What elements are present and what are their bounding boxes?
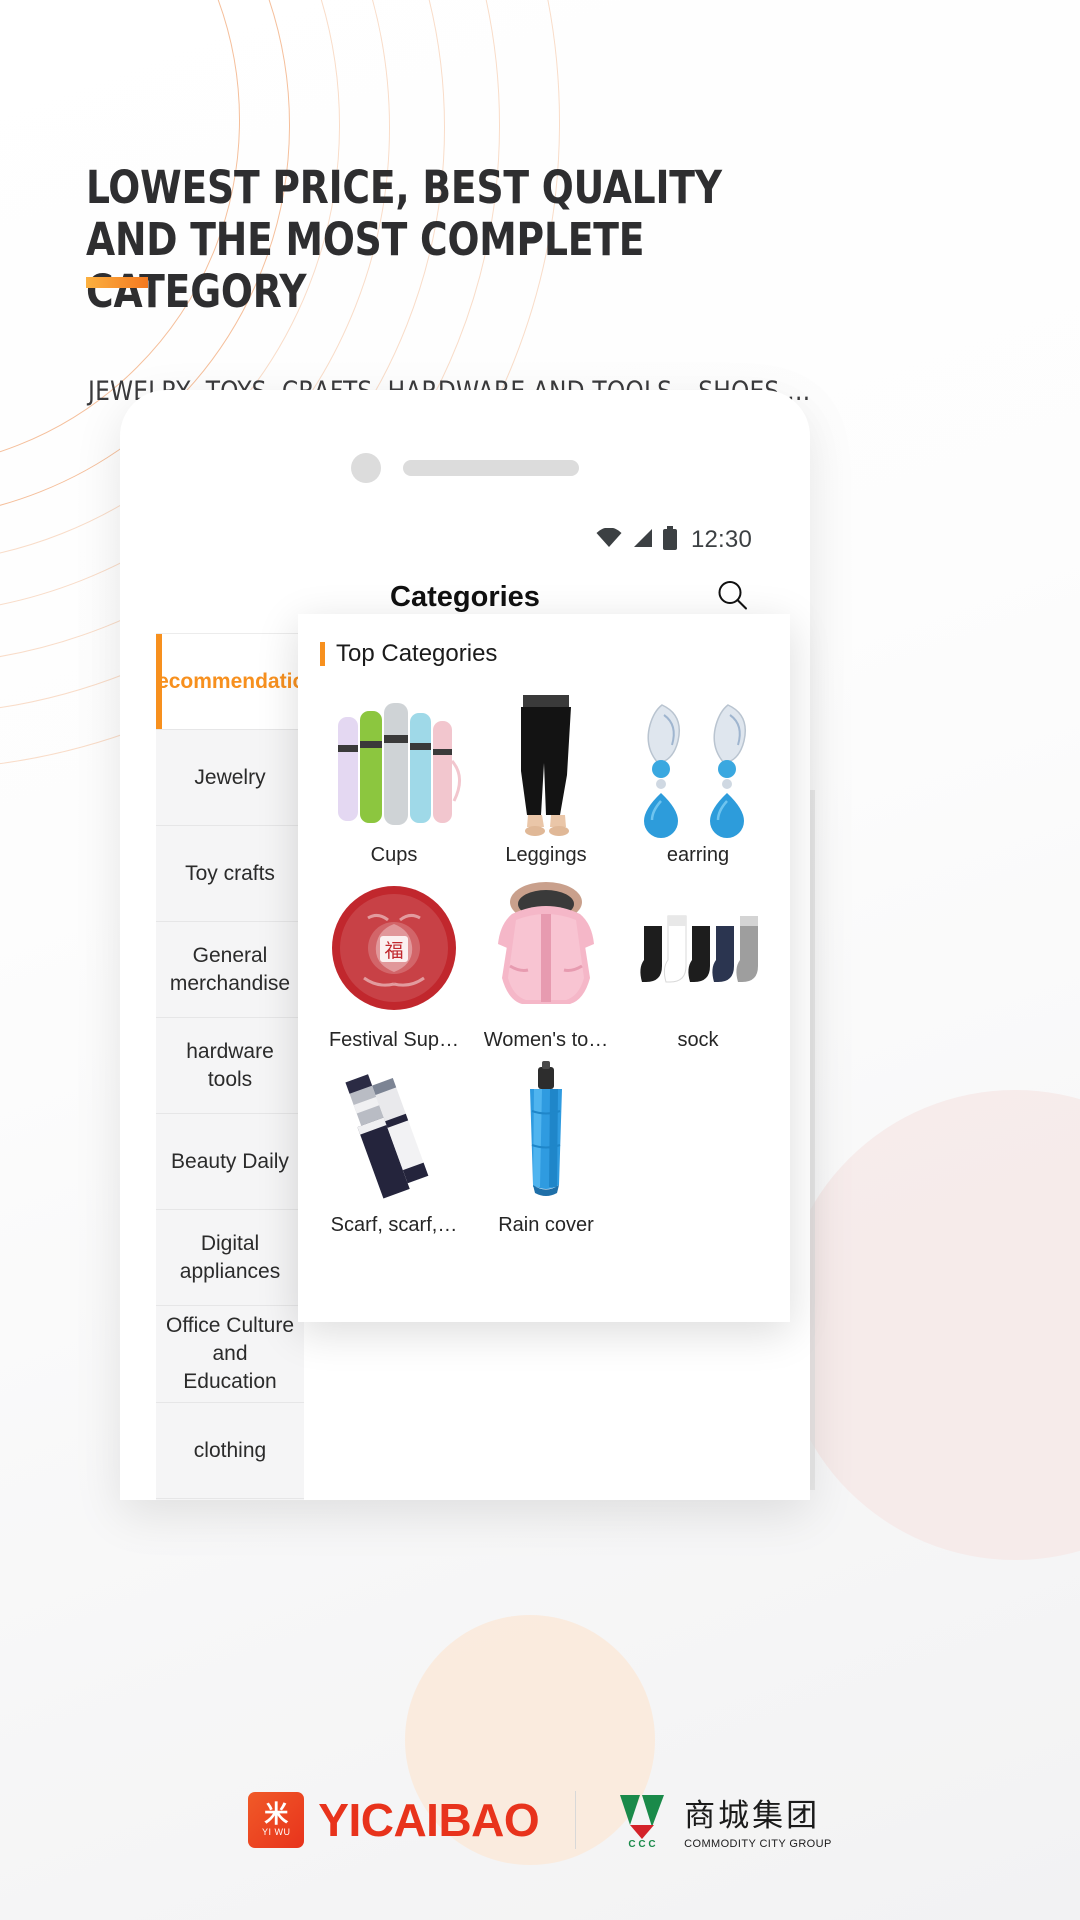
scarf-thumbnail [320, 1058, 468, 1210]
ccg-name-en: COMMODITY CITY GROUP [684, 1838, 832, 1850]
sidebar-item-recommendation[interactable]: Recommendation [156, 634, 318, 730]
sidebar-item-hardware-tools[interactable]: hardware tools [156, 1018, 304, 1114]
yiwu-mark-en: YI WU [262, 1827, 291, 1837]
sidebar-item-label: Toy crafts [185, 861, 275, 885]
category-item[interactable]: Leggings [472, 688, 620, 867]
sock-thumbnail [624, 873, 772, 1025]
category-label: Scarf, scarf,… [330, 1214, 458, 1236]
headline-accent-bar [86, 277, 148, 288]
rain-cover-thumbnail [472, 1058, 620, 1210]
sidebar-item-digital-appliances[interactable]: Digital appliances [156, 1210, 304, 1306]
battery-icon [662, 525, 678, 555]
sidebar-item-office-culture-education[interactable]: Office Culture and Education [156, 1306, 304, 1403]
festival-supplies-thumbnail: 福 [320, 873, 468, 1025]
sidebar-item-label: hardware tools [186, 1039, 274, 1091]
category-item[interactable]: 福 Festival Sup… [320, 873, 468, 1052]
sidebar-item-beauty-daily[interactable]: Beauty Daily [156, 1114, 304, 1210]
top-categories-grid: Cups Leggings earring 福 Festival Sup… Wo… [320, 688, 768, 1237]
sidebar-item-label: General merchandise [169, 943, 291, 995]
category-item[interactable]: Rain cover [472, 1058, 620, 1237]
category-item[interactable]: earring [624, 688, 772, 867]
status-bar: 12:30 [156, 518, 774, 562]
svg-text:福: 福 [384, 940, 403, 962]
cups-thumbnail [320, 688, 468, 840]
camera-dot-icon [351, 453, 381, 483]
top-categories-header: Top Categories [320, 640, 768, 668]
category-label: Women's to… [483, 1029, 609, 1051]
sidebar-item-label: Beauty Daily [171, 1149, 289, 1173]
sidebar-item-general-merchandise[interactable]: General merchandise [156, 922, 304, 1018]
phone-notch [120, 448, 810, 488]
category-label: sock [677, 1029, 719, 1051]
section-accent-bar [320, 642, 325, 666]
signal-icon [631, 528, 653, 553]
decor-blob-pink [780, 1090, 1080, 1560]
yiwu-mark-cn: 米 [264, 1801, 289, 1828]
commodity-city-logo: C C C 商城集团 COMMODITY CITY GROUP [612, 1790, 832, 1850]
page-title: Categories [390, 581, 540, 613]
womens-top-thumbnail [472, 873, 620, 1025]
category-label: Rain cover [498, 1214, 594, 1236]
sidebar-item-label: Digital appliances [179, 1231, 281, 1283]
wifi-icon [596, 527, 622, 553]
ccg-wordmark: 商城集团 COMMODITY CITY GROUP [684, 1790, 832, 1850]
sidebar-item-toy-crafts[interactable]: Toy crafts [156, 826, 304, 922]
sidebar-item-label: Jewelry [194, 765, 266, 789]
yiwu-mark-icon: 米 YI WU [248, 1792, 305, 1848]
search-icon[interactable] [716, 578, 750, 617]
leggings-thumbnail [472, 688, 620, 840]
earring-thumbnail [624, 688, 772, 840]
category-sidebar[interactable]: Recommendation Jewelry Toy crafts Genera… [156, 634, 318, 1500]
category-label: Leggings [505, 844, 587, 866]
yicaibao-logo: 米 YI WU YICAIBAO [248, 1792, 540, 1848]
category-item[interactable]: Women's to… [472, 873, 620, 1052]
logo-divider [575, 1791, 577, 1849]
sidebar-item-jewelry[interactable]: Jewelry [156, 730, 304, 826]
footer-logo-bar: 米 YI WU YICAIBAO C C C 商城集团 COMMODITY CI… [0, 1790, 1080, 1850]
section-title: Top Categories [336, 640, 498, 667]
ccg-name-cn: 商城集团 [684, 1798, 821, 1834]
top-categories-panel: Top Categories Cups Leggings earring 福 F… [298, 614, 790, 1322]
sidebar-item-label: Recommendation [156, 669, 319, 693]
speaker-bar-icon [403, 460, 579, 476]
sidebar-item-label: Office Culture and Education [166, 1314, 294, 1393]
yicaibao-wordmark: YICAIBAO [318, 1794, 540, 1846]
category-label: Cups [370, 844, 418, 866]
sidebar-item-label: clothing [193, 1438, 267, 1462]
category-item[interactable]: Cups [320, 688, 468, 867]
category-item[interactable]: sock [624, 873, 772, 1052]
category-label: earring [666, 844, 730, 866]
svg-text:C C C: C C C [629, 1839, 656, 1849]
page-headline: LOWEST PRICE, BEST QUALITY AND THE MOST … [86, 161, 722, 318]
status-time: 12:30 [690, 526, 752, 553]
ccg-logo-icon: C C C [612, 1791, 672, 1850]
category-label: Festival Sup… [328, 1029, 460, 1051]
category-item[interactable]: Scarf, scarf,… [320, 1058, 468, 1237]
sidebar-item-clothing[interactable]: clothing [156, 1403, 304, 1499]
